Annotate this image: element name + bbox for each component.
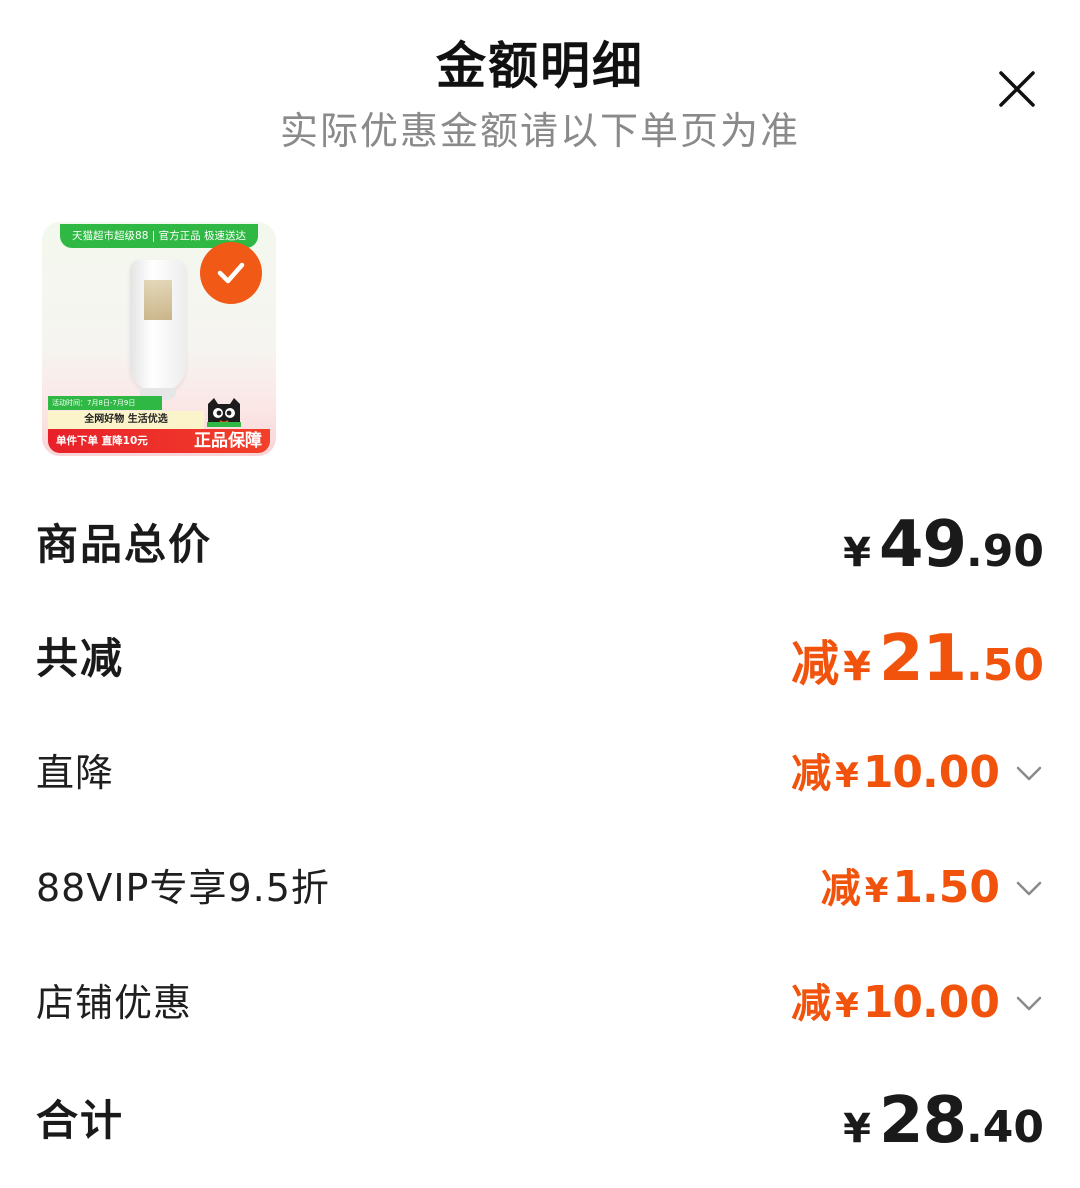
discount-prefix: 减 [820, 866, 861, 912]
thumbnail-guarantee-text: 正品保障 [194, 431, 262, 451]
amount-decimal: .50 [922, 862, 1000, 913]
chevron-down-icon[interactable] [1014, 988, 1044, 1018]
amount-integer: 21 [878, 622, 967, 696]
discount-row-88vip[interactable]: 88VIP专享9.5折 减 ¥ 1 .50 [36, 843, 1044, 933]
product-thumbnail[interactable]: 天猫超市超级88 | 官方正品 极速送达 活动时间：7月8日-7月9日 全网好物… [42, 222, 276, 456]
currency-symbol: ¥ [835, 986, 859, 1026]
currency-symbol: ¥ [835, 756, 859, 796]
discount-label: 直降 [36, 751, 115, 795]
discount-amount: 减 ¥ 1 .50 [821, 843, 1000, 933]
sheet-subtitle: 实际优惠金额请以下单页为准 [279, 109, 800, 153]
sheet-header: 金额明细 实际优惠金额请以下单页为准 [0, 0, 1080, 170]
discount-row-direct[interactable]: 直降 减 ¥ 10 .00 [36, 728, 1044, 818]
chevron-down-icon[interactable] [1014, 873, 1044, 903]
discount-amount: 减 ¥ 10 .00 [791, 958, 1000, 1048]
discount-prefix: 减 [791, 636, 840, 692]
close-icon [999, 71, 1035, 107]
total-discount-row: 共减 减 ¥ 21 .50 [36, 614, 1044, 704]
amount-decimal: .40 [966, 1102, 1044, 1153]
amount-integer: 1 [892, 862, 923, 913]
total-discount-label: 共减 [36, 634, 125, 683]
product-tube-image [130, 260, 186, 392]
grand-total-label: 合计 [36, 1096, 125, 1145]
discount-prefix: 减 [791, 981, 832, 1027]
amount-decimal: .00 [922, 747, 1000, 798]
amount-integer: 10 [862, 747, 923, 798]
amount-integer: 49 [878, 508, 967, 582]
grand-total-row: 合计 ¥ 28 .40 [36, 1076, 1044, 1166]
check-circle-icon [217, 262, 245, 284]
thumbnail-slogan: 全网好物 生活优选 [48, 411, 204, 429]
sheet-title: 金额明细 [436, 37, 644, 95]
tmall-cat-icon [207, 398, 241, 427]
close-button[interactable] [992, 64, 1042, 114]
discount-label: 88VIP专享9.5折 [36, 866, 330, 910]
goods-total-amount: ¥ 49 .90 [843, 500, 1044, 590]
grand-total-amount: ¥ 28 .40 [843, 1076, 1044, 1166]
thumbnail-event-date: 活动时间：7月8日-7月9日 [48, 396, 162, 410]
currency-symbol: ¥ [843, 1106, 871, 1152]
discount-amount: 减 ¥ 10 .00 [791, 728, 1000, 818]
amount-decimal: .90 [966, 526, 1044, 577]
chevron-down-icon[interactable] [1014, 758, 1044, 788]
thumbnail-promo-bar: 单件下单 直降10元 正品保障 [48, 429, 270, 453]
product-tube-label [144, 280, 172, 320]
currency-symbol: ¥ [843, 530, 871, 576]
amount-integer: 10 [862, 977, 923, 1028]
currency-symbol: ¥ [864, 871, 889, 911]
amount-decimal: .00 [922, 977, 1000, 1028]
amount-decimal: .50 [966, 640, 1044, 691]
amount-detail-sheet: 金额明细 实际优惠金额请以下单页为准 天猫超市超级88 | 官方正品 极速送达 … [0, 0, 1080, 1188]
amount-integer: 28 [878, 1084, 967, 1158]
discount-row-store[interactable]: 店铺优惠 减 ¥ 10 .00 [36, 958, 1044, 1048]
currency-symbol: ¥ [843, 644, 871, 690]
total-discount-amount: 减 ¥ 21 .50 [791, 614, 1044, 704]
goods-total-label: 商品总价 [36, 520, 213, 569]
thumbnail-promo-text: 单件下单 直降10元 [56, 435, 148, 447]
goods-total-row: 商品总价 ¥ 49 .90 [36, 500, 1044, 590]
discount-prefix: 减 [791, 751, 832, 797]
selected-badge [200, 242, 262, 304]
discount-label: 店铺优惠 [36, 981, 193, 1025]
